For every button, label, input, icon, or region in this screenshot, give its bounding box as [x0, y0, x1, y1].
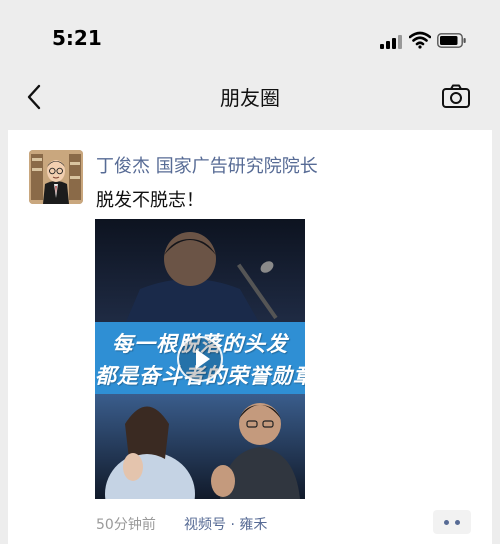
video-thumbnail[interactable]: 每一根脱落的头发 都是奋斗者的荣誉勋章 [95, 219, 305, 499]
signal-icon [380, 35, 402, 49]
status-time: 5:21 [52, 26, 102, 50]
wifi-icon [409, 31, 431, 49]
page-title: 朋友圈 [220, 86, 280, 110]
channel-source-link[interactable]: 视频号 · 雍禾 [184, 514, 267, 534]
nav-bar: 朋友圈 [0, 70, 500, 124]
post-text: 脱发不脱志！ [96, 190, 204, 211]
camera-icon[interactable] [441, 82, 471, 110]
status-bar: 5:21 [0, 0, 500, 70]
play-icon[interactable] [177, 336, 223, 382]
battery-icon [437, 33, 466, 48]
moments-feed: 丁俊杰 国家广告研究院院长 脱发不脱志！ 每一根脱落的头发 都是奋斗者的荣誉勋章… [8, 130, 492, 544]
more-icon[interactable] [433, 510, 471, 534]
post-time: 50分钟前 [96, 517, 156, 533]
author-name[interactable]: 丁俊杰 国家广告研究院院长 [96, 152, 318, 178]
avatar[interactable] [29, 150, 83, 204]
